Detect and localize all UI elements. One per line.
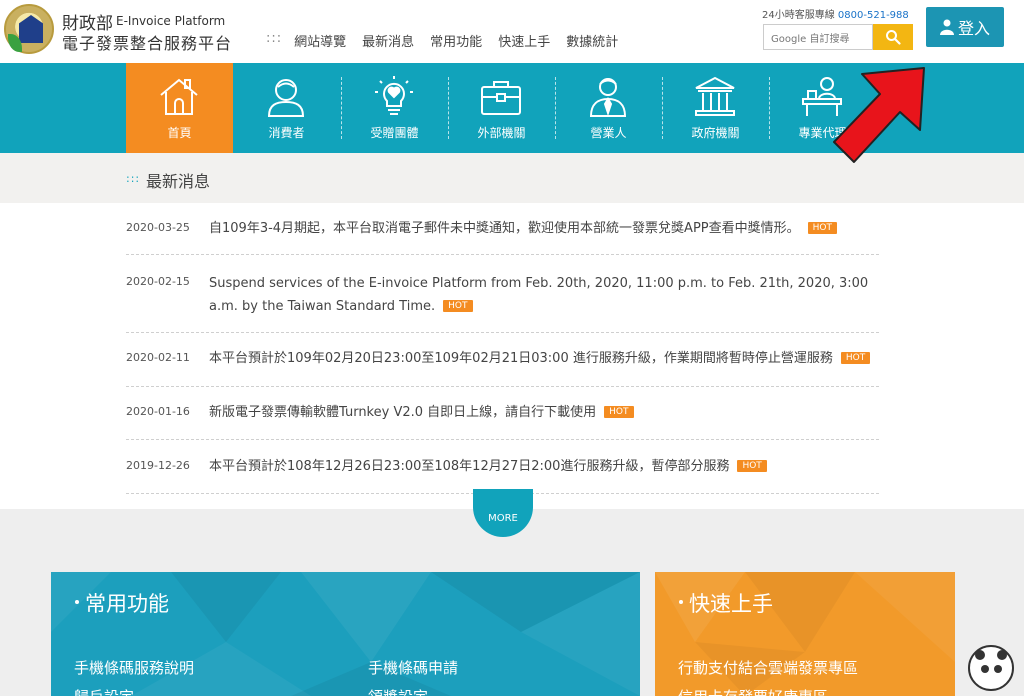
site-header: 財政部 E-Invoice Platform 電子發票整合服務平台 ::: 網站… — [0, 0, 1024, 63]
top-nav-statistics[interactable]: 數據統計 — [566, 31, 618, 50]
news-text[interactable]: 自109年3-4月期起，本平台取消電子郵件未中獎通知，歡迎使用本部統一發票兌獎A… — [209, 217, 899, 240]
nav-item-label: 消費者 — [268, 126, 305, 140]
quick-start-title: 快速上手 — [689, 592, 773, 616]
common-functions-panel: 常用功能 手機條碼服務說明 手機條碼申請 歸戶設定 領獎設定 — [51, 572, 640, 696]
hot-badge: HOT — [443, 300, 473, 312]
hot-badge: HOT — [737, 460, 767, 472]
nav-item-charity[interactable]: 受贈團體 — [341, 63, 448, 153]
news-text-content: Suspend services of the E-invoice Platfo… — [209, 276, 869, 314]
ministry-logo[interactable] — [4, 4, 54, 54]
nav-item-label: 政府機關 — [691, 126, 740, 140]
search-input[interactable]: Google 自訂搜尋 — [763, 24, 873, 50]
red-pointer-arrow-icon — [833, 67, 925, 163]
news-text[interactable]: 本平台預計於109年02月20日23:00至109年02月21日03:00 進行… — [209, 347, 899, 370]
logo-building-shape — [19, 15, 43, 43]
briefcase-icon — [481, 81, 521, 115]
platform-name-zh[interactable]: 電子發票整合服務平台 — [62, 30, 232, 54]
person-icon — [267, 79, 305, 117]
top-nav-quickstart[interactable]: 快速上手 — [498, 31, 550, 50]
news-date: 2020-02-11 — [126, 351, 190, 364]
news-text-content: 新版電子發票傳輸軟體Turnkey V2.0 自即日上線，請自行下載使用 — [209, 405, 597, 420]
login-label: 登入 — [957, 19, 990, 38]
news-text-content: 自109年3-4月期起，本平台取消電子郵件未中獎通知，歡迎使用本部統一發票兌獎A… — [209, 221, 800, 236]
hot-badge: HOT — [840, 352, 871, 364]
nav-item-external-agency[interactable]: 外部機關 — [448, 63, 555, 153]
hotline: 24小時客服專線 0800-521-988 — [762, 6, 909, 21]
businessman-icon — [589, 78, 627, 117]
top-nav-common[interactable]: 常用功能 — [430, 31, 482, 50]
nav-item-consumer[interactable]: 消費者 — [233, 63, 340, 153]
login-button[interactable]: 登入 — [926, 7, 1004, 47]
link-prize-setting[interactable]: 領獎設定 — [368, 686, 428, 696]
hotline-label: 24小時客服專線 — [762, 10, 835, 21]
mascot-eye — [994, 665, 1002, 673]
link-mobile-barcode-apply[interactable]: 手機條碼申請 — [368, 657, 458, 678]
panel-title-dot — [75, 600, 79, 604]
nav-item-label: 營業人 — [590, 126, 627, 140]
search-icon — [886, 30, 901, 45]
news-date: 2020-03-25 — [126, 221, 190, 234]
link-mobile-payment-cloud-invoice[interactable]: 行動支付結合雲端發票專區 — [678, 657, 858, 678]
platform-name-en: E-Invoice Platform — [116, 14, 226, 28]
house-icon — [160, 78, 198, 115]
news-text-content: 本平台預計於109年02月20日23:00至109年02月21日03:00 進行… — [209, 351, 833, 366]
search-placeholder: Google 自訂搜尋 — [771, 34, 850, 45]
nav-item-label: 受贈團體 — [370, 126, 419, 140]
top-nav-news[interactable]: 最新消息 — [362, 31, 414, 50]
news-item[interactable]: 2020-01-16 新版電子發票傳輸軟體Turnkey V2.0 自即日上線，… — [126, 387, 879, 440]
news-item[interactable]: 2020-02-15 Suspend services of the E-inv… — [126, 255, 879, 333]
news-section-title: 最新消息 — [146, 172, 211, 191]
news-date: 2020-02-15 — [126, 275, 190, 288]
nav-item-label: 外部機關 — [477, 126, 526, 140]
mascot-ear — [997, 650, 1007, 660]
link-account-setting[interactable]: 歸戶設定 — [74, 686, 134, 696]
news-text[interactable]: 新版電子發票傳輸軟體Turnkey V2.0 自即日上線，請自行下載使用 HOT — [209, 401, 899, 424]
user-icon — [939, 19, 954, 35]
top-nav: ::: 網站導覽 最新消息 常用功能 快速上手 數據統計 — [266, 31, 634, 50]
news-item[interactable]: 2020-02-11 本平台預計於109年02月20日23:00至109年02月… — [126, 333, 879, 387]
link-credit-card-invoice[interactable]: 信用卡存發票好康專區 — [678, 686, 828, 696]
government-building-icon — [695, 76, 735, 116]
nav-item-business[interactable]: 營業人 — [555, 63, 662, 153]
hot-badge: HOT — [807, 222, 837, 234]
mascot-bear-icon[interactable] — [968, 645, 1014, 691]
nav-item-home[interactable]: 首頁 — [126, 63, 233, 153]
nav-item-label: 首頁 — [167, 126, 192, 140]
common-functions-title: 常用功能 — [85, 592, 169, 616]
link-mobile-barcode-info[interactable]: 手機條碼服務說明 — [74, 657, 194, 678]
hotline-number[interactable]: 0800-521-988 — [838, 10, 909, 21]
more-button[interactable]: MORE — [473, 489, 533, 537]
news-list: 2020-03-25 自109年3-4月期起，本平台取消電子郵件未中獎通知，歡迎… — [0, 203, 1024, 509]
quick-start-panel: 快速上手 行動支付結合雲端發票專區 信用卡存發票好康專區 — [655, 572, 955, 696]
hot-badge: HOT — [604, 406, 634, 418]
nav-item-government[interactable]: 政府機關 — [662, 63, 769, 153]
news-text[interactable]: 本平台預計於108年12月26日23:00至108年12月27日2:00進行服務… — [209, 455, 899, 478]
search-button[interactable] — [873, 24, 913, 50]
news-text[interactable]: Suspend services of the E-invoice Platfo… — [209, 272, 874, 318]
news-item[interactable]: 2019-12-26 本平台預計於108年12月26日23:00至108年12月… — [126, 440, 879, 494]
panel-title-dot — [679, 600, 683, 604]
lightbulb-heart-icon — [375, 76, 413, 115]
news-text-content: 本平台預計於108年12月26日23:00至108年12月27日2:00進行服務… — [209, 459, 730, 474]
news-title-dots: ::: — [126, 172, 141, 185]
news-item[interactable]: 2020-03-25 自109年3-4月期起，本平台取消電子郵件未中獎通知，歡迎… — [126, 203, 879, 255]
mascot-eye — [981, 665, 989, 673]
top-nav-dots: ::: — [266, 31, 283, 46]
top-nav-sitemap[interactable]: 網站導覽 — [294, 31, 346, 50]
news-date: 2019-12-26 — [126, 459, 190, 472]
news-date: 2020-01-16 — [126, 405, 190, 418]
mascot-ear — [975, 650, 985, 660]
